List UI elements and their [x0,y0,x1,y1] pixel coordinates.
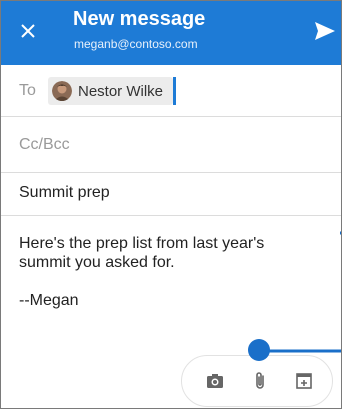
compose-window: New message meganb@contoso.com To Nestor… [0,0,342,409]
close-button[interactable] [16,19,40,43]
send-icon [315,22,335,40]
compose-toolbar [181,355,333,407]
subject-text: Summit prep [19,184,110,201]
subject-field[interactable]: Summit prep [1,173,341,216]
add-icon [296,373,312,389]
recipient-chip[interactable]: Nestor Wilke [48,77,174,105]
page-title: New message [73,8,206,30]
body-line: summit you asked for. [19,254,175,271]
send-button[interactable] [313,19,337,43]
recipient-name: Nestor Wilke [78,82,164,100]
to-label: To [19,82,36,99]
avatar [52,81,72,101]
signature: --Megan [19,292,79,309]
close-icon [21,24,35,38]
text-cursor [173,77,176,105]
attachment-icon [256,372,264,389]
camera-icon [207,374,223,388]
message-body[interactable]: Here's the prep list from last year's su… [19,234,329,310]
cc-bcc-placeholder: Cc/Bcc [19,136,70,153]
attach-button[interactable] [248,369,272,393]
cc-bcc-field[interactable]: Cc/Bcc [1,117,341,173]
insert-button[interactable] [292,369,316,393]
compose-header: New message meganb@contoso.com [1,1,341,65]
body-line: Here's the prep list from last year's [19,235,265,252]
camera-button[interactable] [203,369,227,393]
to-field[interactable]: To Nestor Wilke [1,65,341,117]
sender-account: meganb@contoso.com [74,37,198,51]
